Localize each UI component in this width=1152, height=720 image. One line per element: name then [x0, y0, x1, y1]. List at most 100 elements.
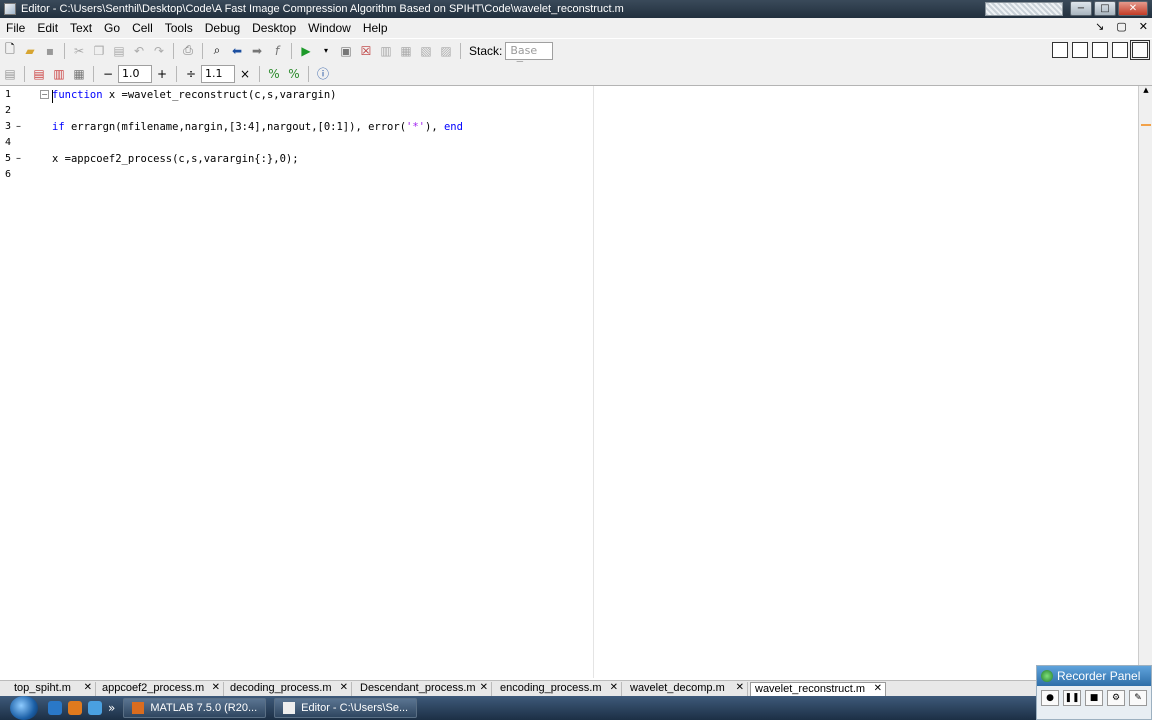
stack-select[interactable]: Base ▼ — [505, 41, 554, 70]
open-folder-icon[interactable]: ▰ — [22, 43, 38, 59]
tile-grid-icon[interactable] — [1052, 42, 1068, 58]
cut-icon[interactable]: ✂ — [71, 43, 87, 59]
set-breakpoint-icon[interactable]: ▣ — [338, 43, 354, 59]
menu-tools[interactable]: Tools — [159, 21, 199, 35]
line-number: 5 — [5, 153, 12, 164]
code-editor[interactable]: 1 2 3 – 4 5 – 6 − function x =wavelet_re… — [0, 86, 1138, 678]
pause-button[interactable]: ❚❚ — [1063, 690, 1081, 706]
float-window-icon[interactable] — [1112, 42, 1128, 58]
cell-mode-icon[interactable]: ▤ — [2, 66, 18, 82]
decrement-button[interactable]: − — [100, 66, 116, 82]
pen-icon[interactable]: ✎ — [1129, 690, 1147, 706]
menu-help[interactable]: Help — [357, 21, 394, 35]
run-dropdown-icon[interactable]: ▾ — [318, 43, 334, 59]
tile-vertical-icon[interactable] — [1072, 42, 1088, 58]
info-icon[interactable]: ⓘ — [315, 66, 331, 82]
firefox-icon[interactable] — [68, 701, 82, 715]
tile-horizontal-icon[interactable] — [1092, 42, 1108, 58]
chevron-right-icon[interactable]: » — [108, 701, 115, 715]
recorder-panel: Recorder Panel ● ❚❚ ■ ⚙ ✎ — [1036, 665, 1152, 720]
tab-appcoef2-process[interactable]: appcoef2_process.m ✕ — [98, 682, 224, 696]
insert-cell-divider-icon[interactable]: % — [266, 66, 282, 82]
print-icon[interactable]: ⎙ — [180, 43, 196, 59]
new-file-icon[interactable]: 🗋 — [2, 42, 18, 59]
tab-decoding-process[interactable]: decoding_process.m ✕ — [226, 682, 352, 696]
settings-icon[interactable]: ⚙ — [1107, 690, 1125, 706]
mlint-warning-marker[interactable] — [1141, 124, 1151, 126]
windows-taskbar: » MATLAB 7.5.0 (R20... Editor - C:\Users… — [0, 696, 1036, 720]
line-number: 6 — [5, 169, 12, 180]
divide-button[interactable]: ÷ — [183, 66, 199, 82]
menu-cell[interactable]: Cell — [126, 21, 159, 35]
close-tab-icon[interactable]: ✕ — [480, 682, 488, 693]
code-text: ), — [425, 121, 444, 133]
maximize-doc-icon[interactable] — [1130, 40, 1150, 60]
step-out-icon[interactable]: ▧ — [418, 43, 434, 59]
save-icon[interactable]: ▪ — [42, 43, 58, 59]
eval-cell-advance-icon[interactable]: ▥ — [51, 66, 67, 82]
menu-edit[interactable]: Edit — [31, 21, 64, 35]
line-number: 2 — [5, 105, 12, 116]
close-tab-icon[interactable]: ✕ — [736, 682, 744, 693]
close-tab-icon[interactable]: ✕ — [874, 683, 882, 694]
tab-label: encoding_process.m — [500, 682, 602, 694]
decrement-value-field[interactable]: 1.0 — [118, 64, 152, 83]
close-button[interactable]: ✕ — [1118, 1, 1148, 16]
scroll-up-arrow-icon[interactable]: ▲ — [1139, 86, 1152, 96]
close-doc-icon[interactable]: ✕ — [1139, 20, 1148, 33]
back-arrow-icon[interactable]: ⬅ — [229, 43, 245, 59]
paste-icon[interactable]: ▤ — [111, 43, 127, 59]
find-icon[interactable]: ⌕ — [209, 43, 225, 59]
start-button[interactable] — [10, 696, 38, 720]
taskbar-editor[interactable]: Editor - C:\Users\Se... — [274, 698, 418, 718]
copy-icon[interactable]: ❐ — [91, 43, 107, 59]
fold-collapse-icon[interactable]: − — [40, 90, 49, 99]
menu-file[interactable]: File — [0, 21, 31, 35]
close-tab-icon[interactable]: ✕ — [212, 682, 220, 693]
menu-window[interactable]: Window — [302, 21, 357, 35]
stop-button[interactable]: ■ — [1085, 690, 1103, 706]
restore-icon[interactable]: ▢ — [1116, 20, 1126, 33]
menu-go[interactable]: Go — [98, 21, 126, 35]
close-tab-icon[interactable]: ✕ — [610, 682, 618, 693]
tab-wavelet-decomp[interactable]: wavelet_decomp.m ✕ — [626, 682, 748, 696]
eval-file-icon[interactable]: ▦ — [71, 66, 87, 82]
run-icon[interactable]: ▶ — [298, 43, 314, 59]
increment-button[interactable]: + — [154, 66, 170, 82]
menu-debug[interactable]: Debug — [199, 21, 246, 35]
menu-text[interactable]: Text — [64, 21, 98, 35]
exit-debug-icon[interactable]: ▨ — [438, 43, 454, 59]
forward-arrow-icon[interactable]: ➡ — [249, 43, 265, 59]
multiply-value-field[interactable]: 1.1 — [201, 64, 235, 83]
undock-icon[interactable]: ↘ — [1095, 20, 1104, 33]
tab-wavelet-reconstruct[interactable]: wavelet_reconstruct.m ✕ — [750, 682, 886, 696]
multiply-button[interactable]: × — [237, 66, 253, 82]
eval-cell-icon[interactable]: ▤ — [31, 66, 47, 82]
globe-icon — [1041, 670, 1053, 682]
show-desktop-icon[interactable] — [88, 701, 102, 715]
clear-breakpoints-icon[interactable]: ☒ — [358, 43, 374, 59]
code-line-3: if errargn(mfilename,nargin,[3:4],nargou… — [52, 121, 463, 133]
maximize-button[interactable]: □ — [1094, 1, 1116, 16]
minimize-button[interactable]: − — [1070, 1, 1092, 16]
redo-icon[interactable]: ↷ — [151, 43, 167, 59]
breakpoint-dash-icon[interactable]: – — [16, 153, 21, 164]
close-tab-icon[interactable]: ✕ — [84, 682, 92, 693]
record-button[interactable]: ● — [1041, 690, 1059, 706]
function-icon[interactable]: f — [269, 43, 285, 59]
vertical-scrollbar[interactable]: ▲ — [1138, 86, 1152, 678]
tab-label: Descendant_process.m — [360, 682, 476, 694]
tab-encoding-process[interactable]: encoding_process.m ✕ — [496, 682, 622, 696]
tab-top-spiht[interactable]: top_spiht.m ✕ — [10, 682, 96, 696]
step-icon[interactable]: ▥ — [378, 43, 394, 59]
tab-descendant-process[interactable]: Descendant_process.m ✕ — [356, 682, 492, 696]
remove-cell-divider-icon[interactable]: % — [286, 66, 302, 82]
taskbar-matlab[interactable]: MATLAB 7.5.0 (R20... — [123, 698, 267, 718]
breakpoint-dash-icon[interactable]: – — [16, 121, 21, 132]
menu-desktop[interactable]: Desktop — [246, 21, 302, 35]
close-tab-icon[interactable]: ✕ — [340, 682, 348, 693]
tab-label: appcoef2_process.m — [102, 682, 205, 694]
undo-icon[interactable]: ↶ — [131, 43, 147, 59]
ie-icon[interactable] — [48, 701, 62, 715]
step-in-icon[interactable]: ▦ — [398, 43, 414, 59]
